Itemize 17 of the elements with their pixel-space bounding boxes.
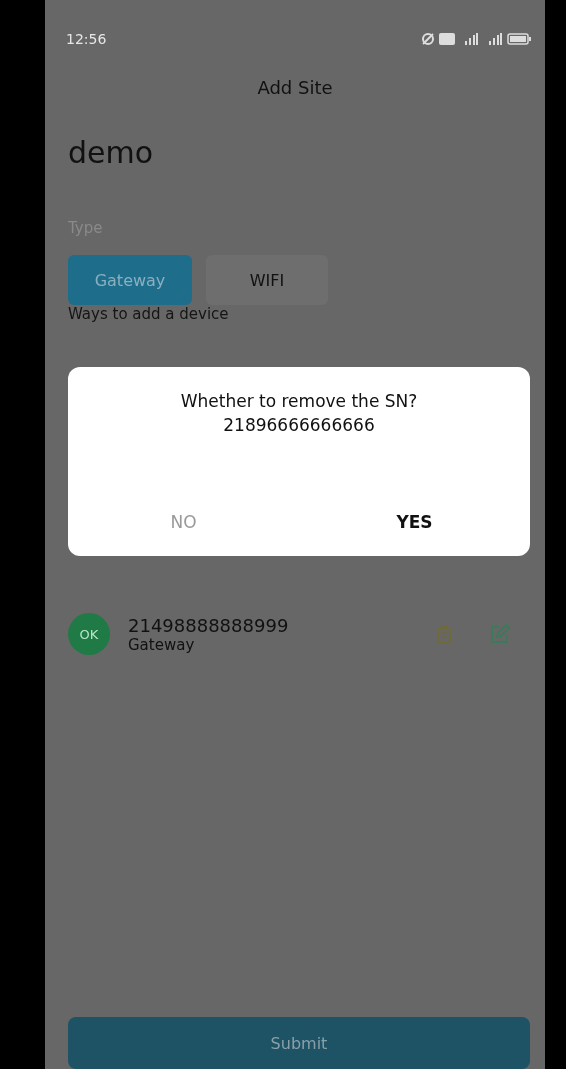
dialog-serial: 21896666666666 [223, 414, 375, 437]
status-badge: OK [68, 613, 110, 655]
submit-button[interactable]: Submit [68, 1017, 530, 1069]
no-button[interactable]: NO [68, 506, 299, 538]
device-serial: 21498888888999 [128, 614, 290, 636]
edit-icon[interactable] [490, 624, 510, 644]
type-tab[interactable]: Gateway [68, 255, 192, 305]
device-type: Gateway [128, 635, 196, 654]
ways-label: Ways to add a device [68, 305, 230, 323]
yes-button[interactable]: YES [299, 506, 530, 538]
page-title: Add Site [256, 77, 334, 98]
status-time: 12:56 [66, 31, 107, 47]
dialog-message: Whether to remove the SN? [180, 390, 418, 413]
type-tab[interactable]: WIFI [206, 255, 328, 305]
site-name: demo [68, 135, 155, 170]
rotation-lock-icon [421, 32, 435, 46]
battery-icon [507, 33, 531, 45]
